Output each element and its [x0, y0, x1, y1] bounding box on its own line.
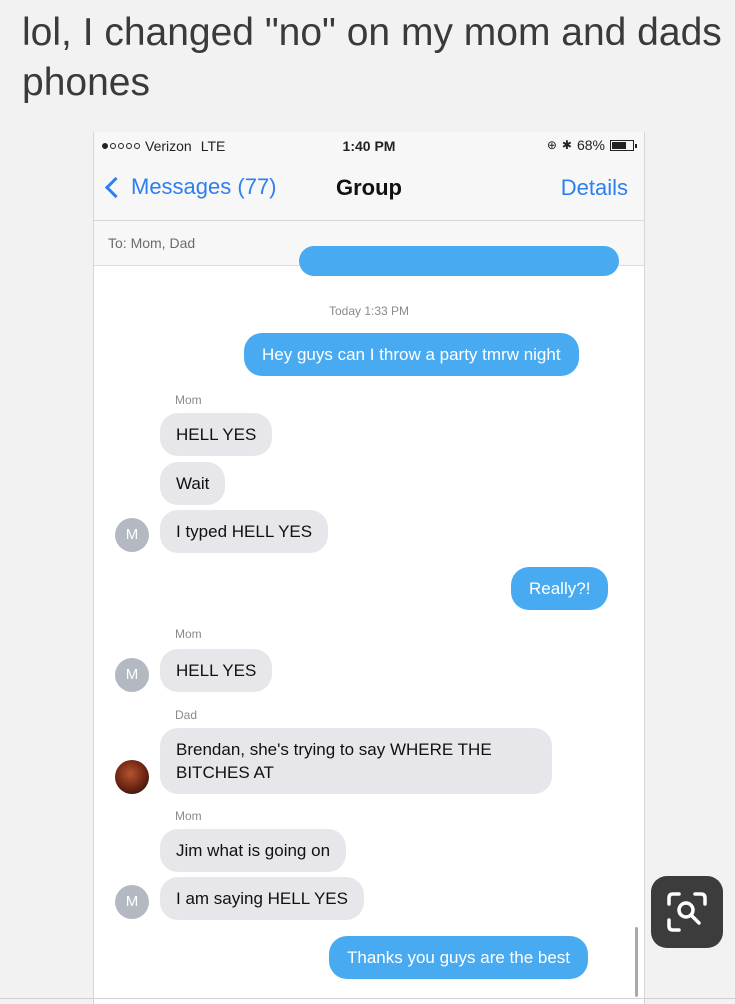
location-icon: ⊕	[546, 138, 557, 152]
post-caption: lol, I changed "no" on my mom and dads p…	[22, 11, 722, 104]
battery-icon	[610, 139, 637, 151]
details-button[interactable]: Details	[561, 175, 628, 201]
avatar-mom[interactable]: M	[115, 885, 149, 919]
previous-message-bubble	[299, 246, 619, 276]
message-bubble-incoming[interactable]: I typed HELL YES	[160, 510, 329, 553]
visual-search-icon	[667, 892, 707, 932]
message-bubble-incoming[interactable]: Wait	[160, 462, 226, 505]
thread-scrollbar[interactable]	[635, 927, 638, 997]
avatar-mom[interactable]: M	[115, 658, 149, 692]
thread-timestamp: Today 1:33 PM	[328, 304, 410, 318]
message-bubble-incoming[interactable]: I am saying HELL YES	[160, 877, 364, 920]
recipients-text: To: Mom, Dad	[108, 235, 196, 251]
navigation-bar: Messages (77) Group Details	[94, 160, 644, 221]
battery-percent: 68%	[576, 137, 605, 153]
message-bubble-outgoing[interactable]: Hey guys can I throw a party tmrw night	[244, 333, 579, 376]
sender-label: Mom	[175, 393, 202, 407]
sender-label: Dad	[175, 708, 198, 722]
message-bubble-incoming[interactable]: HELL YES	[160, 649, 273, 692]
bottom-divider	[0, 998, 735, 999]
message-bubble-outgoing[interactable]: Thanks you guys are the best	[329, 936, 589, 979]
avatar-mom[interactable]: M	[115, 518, 149, 552]
message-thread[interactable]: Today 1:33 PM Hey guys can I throw a par…	[94, 246, 644, 1004]
avatar-dad[interactable]	[115, 760, 149, 794]
phone-screenshot: Verizon LTE 1:40 PM ⊕ ✱ 68% Messages (77…	[93, 132, 645, 1004]
bluetooth-icon: ✱	[561, 138, 572, 152]
message-bubble-incoming[interactable]: HELL YES	[160, 413, 273, 456]
visual-search-button[interactable]	[651, 876, 723, 948]
message-bubble-outgoing[interactable]: Really?!	[511, 567, 609, 610]
sender-label: Mom	[175, 809, 202, 823]
message-bubble-incoming[interactable]: Jim what is going on	[160, 829, 347, 872]
status-right: ⊕ ✱ 68%	[546, 137, 637, 153]
message-bubble-incoming[interactable]: Brendan, she's trying to say WHERE THE B…	[160, 728, 552, 794]
sender-label: Mom	[175, 627, 202, 641]
status-bar: Verizon LTE 1:40 PM ⊕ ✱ 68%	[94, 132, 644, 160]
